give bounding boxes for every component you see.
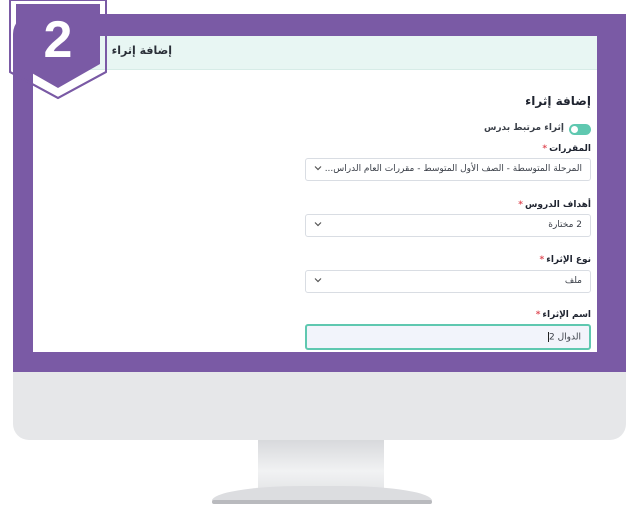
chevron-down-icon	[314, 166, 322, 171]
page-title: إضافة إثراء	[111, 44, 172, 57]
enrichment-type-select[interactable]: ملف	[305, 270, 591, 293]
monitor-neck	[258, 440, 384, 492]
enrichment-type-label-text: نوع الإثراء	[546, 255, 591, 265]
form-section-title: إضافة إثراء	[525, 94, 591, 108]
lesson-goals-select[interactable]: 2 مختارة	[305, 214, 591, 237]
enrichment-type-select-value: ملف	[564, 276, 582, 286]
lesson-goals-label-text: أهداف الدروس	[524, 200, 591, 210]
required-mark: *	[542, 144, 548, 154]
monitor-base-edge	[212, 500, 432, 504]
courses-label: المقررات*	[542, 144, 591, 154]
step-number: 2	[43, 11, 73, 69]
lesson-link-toggle[interactable]	[569, 124, 591, 135]
enrichment-name-label-text: اسم الإثراء	[542, 310, 591, 320]
lesson-goals-select-value: 2 مختارة	[548, 220, 582, 230]
enrichment-name-input-value: الدوال 2	[548, 332, 581, 343]
enrichment-name-text: الدوال 2	[549, 332, 581, 343]
courses-select-value: المرحلة المتوسطة - الصف الأول المتوسط - …	[324, 164, 582, 174]
enrichment-name-input[interactable]: الدوال 2	[305, 324, 591, 350]
courses-label-text: المقررات	[549, 144, 591, 154]
chevron-down-icon	[314, 278, 322, 283]
chevron-down-icon	[314, 222, 322, 227]
required-mark: *	[535, 310, 541, 320]
lesson-link-toggle-label: إثراء مرتبط بدرس	[483, 123, 564, 133]
required-mark: *	[518, 200, 523, 210]
required-mark: *	[539, 255, 545, 265]
courses-select[interactable]: المرحلة المتوسطة - الصف الأول المتوسط - …	[305, 158, 591, 181]
lesson-goals-label: أهداف الدروس*	[518, 200, 591, 210]
toggle-knob	[571, 126, 578, 133]
enrichment-name-label: اسم الإثراء*	[536, 310, 591, 320]
step-badge: 2	[0, 0, 120, 116]
enrichment-type-label: نوع الإثراء*	[540, 255, 591, 265]
